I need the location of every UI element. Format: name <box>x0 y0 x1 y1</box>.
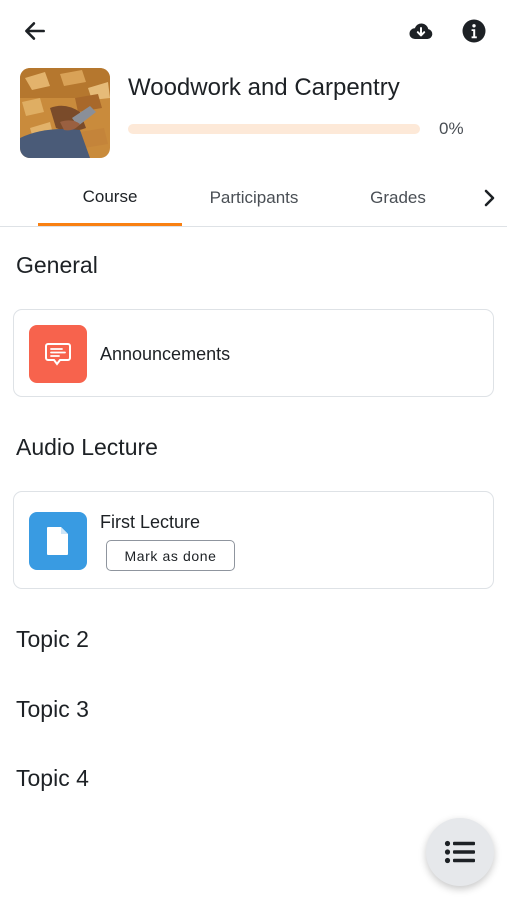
course-title: Woodwork and Carpentry <box>128 74 400 101</box>
file-icon <box>29 512 87 570</box>
course-image <box>20 68 110 158</box>
back-button[interactable] <box>16 12 54 50</box>
tab-course[interactable]: Course <box>38 170 182 226</box>
section-title-topic-4[interactable]: Topic 4 <box>16 765 89 792</box>
course-progress-bar <box>128 124 420 134</box>
section-title-topic-2[interactable]: Topic 2 <box>16 626 89 653</box>
mark-as-done-button[interactable]: Mark as done <box>106 540 235 571</box>
forum-icon <box>29 325 87 383</box>
download-course-button[interactable] <box>402 12 440 50</box>
arrow-left-icon <box>25 22 45 40</box>
activity-name: First Lecture <box>100 512 201 532</box>
course-progress-label: 0% <box>439 119 464 138</box>
tab-grades[interactable]: Grades <box>326 170 470 226</box>
tab-participants[interactable]: Participants <box>182 170 326 226</box>
cloud-download-icon <box>409 23 433 40</box>
course-header: Woodwork and Carpentry 0% <box>20 68 490 160</box>
info-icon <box>462 19 486 43</box>
activity-name: Announcements <box>100 344 231 364</box>
section-title-topic-3[interactable]: Topic 3 <box>16 696 89 723</box>
activity-first-lecture[interactable]: First Lecture Mark as done <box>13 491 494 589</box>
next-tab-button[interactable] <box>472 170 506 226</box>
section-title-general[interactable]: General <box>16 252 98 279</box>
activity-announcements[interactable]: Announcements <box>13 309 494 397</box>
top-bar <box>0 0 507 60</box>
course-index-button[interactable] <box>426 818 494 886</box>
course-tabs: Course Participants Grades <box>0 170 507 227</box>
list-icon <box>444 840 475 864</box>
section-title-audio-lecture[interactable]: Audio Lecture <box>16 434 158 461</box>
course-info-button[interactable] <box>455 12 493 50</box>
chevron-right-icon <box>484 189 495 207</box>
